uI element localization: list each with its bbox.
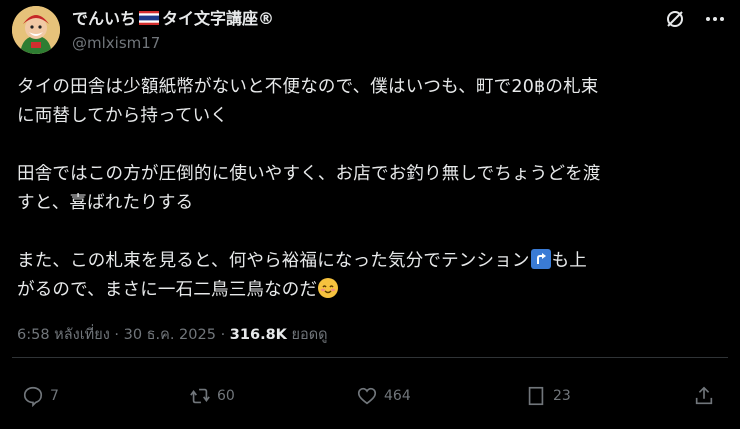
tweet-text-segment: がるので、まさに一石二鳥三鳥なのだ bbox=[17, 280, 318, 300]
tweet-line: 田舎ではこの方が圧倒的に使いやすく、お店でお釣り無しでちょうどを渡 bbox=[17, 164, 601, 184]
reply-button[interactable]: 7 bbox=[22, 385, 59, 407]
tweet-text-segment: も上 bbox=[551, 251, 588, 271]
grok-icon[interactable] bbox=[664, 8, 686, 30]
bookmark-button[interactable]: 23 bbox=[525, 385, 571, 407]
more-icon[interactable] bbox=[704, 8, 726, 30]
bookmark-icon bbox=[528, 386, 544, 406]
thailand-flag-icon bbox=[139, 10, 160, 25]
tweet-time[interactable]: 6:58 หลังเที่ยง bbox=[17, 327, 110, 343]
arrow-up-icon bbox=[530, 249, 551, 269]
divider bbox=[12, 357, 728, 358]
tweet-line: がるので、まさに一石二鳥三鳥なのだ bbox=[17, 276, 727, 305]
smile-icon bbox=[318, 278, 339, 298]
tweet-meta: 6:58 หลังเที่ยง · 30 ธ.ค. 2025 · 316.8K … bbox=[17, 323, 328, 346]
retweet-count: 60 bbox=[217, 388, 235, 404]
meta-separator: · bbox=[114, 327, 120, 343]
avatar[interactable] bbox=[12, 6, 60, 54]
retweet-button[interactable]: 60 bbox=[189, 385, 235, 407]
top-actions bbox=[664, 8, 726, 30]
like-count: 464 bbox=[384, 388, 411, 404]
action-bar: 7 60 464 23 bbox=[0, 385, 740, 413]
tweet-text-segment: また、この札束を見ると、何やら裕福になった気分でテンション bbox=[17, 251, 530, 271]
share-icon bbox=[695, 386, 713, 405]
tweet-text: タイの田舎は少額紙幣がないと不便なので、僕はいつも、町で20฿の札束 に両替して… bbox=[17, 73, 727, 305]
display-name-part2[interactable]: タイ文字講座® bbox=[162, 5, 274, 29]
tweet-line: すと、喜ばれたりする bbox=[17, 193, 194, 213]
like-icon bbox=[357, 387, 377, 405]
views-count: 316.8K bbox=[229, 327, 287, 343]
tweet-line: に両替してから持っていく bbox=[17, 106, 228, 126]
tweet-line: タイの田舎は少額紙幣がないと不便なので、僕はいつも、町で20฿の札束 bbox=[17, 77, 599, 97]
share-button[interactable] bbox=[693, 385, 715, 407]
retweet-icon bbox=[190, 388, 210, 404]
views-label: ยอดดู bbox=[291, 327, 328, 343]
reply-icon bbox=[23, 386, 43, 407]
bookmark-count: 23 bbox=[553, 388, 571, 404]
avatar-image bbox=[12, 6, 60, 54]
display-name-part1[interactable]: でんいち bbox=[72, 5, 136, 29]
reply-count: 7 bbox=[50, 388, 59, 404]
tweet-date[interactable]: 30 ธ.ค. 2025 bbox=[124, 327, 216, 343]
user-handle[interactable]: @mlxism17 bbox=[72, 34, 160, 52]
like-button[interactable]: 464 bbox=[356, 385, 411, 407]
name-row: でんいち タイ文字講座® bbox=[72, 5, 274, 29]
meta-separator: · bbox=[220, 327, 226, 343]
tweet-line: また、この札束を見ると、何やら裕福になった気分でテンション も上 bbox=[17, 247, 727, 276]
